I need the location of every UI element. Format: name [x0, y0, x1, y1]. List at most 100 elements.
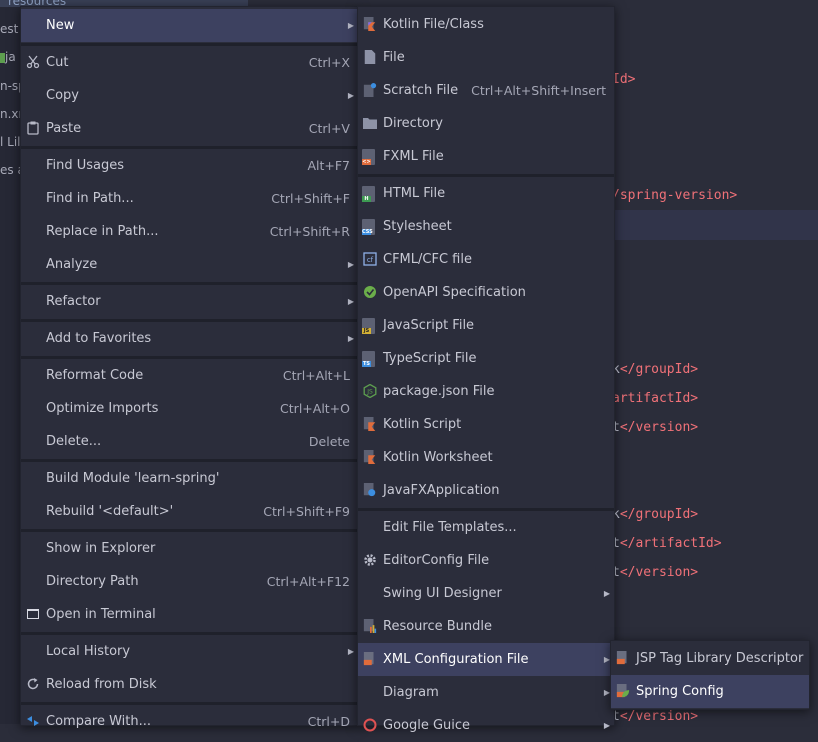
ts-file-icon: TS — [362, 351, 375, 367]
menu-item-delete[interactable]: Delete... Delete — [21, 425, 358, 458]
tree-item[interactable]: est — [0, 22, 18, 36]
menu-item-show-in-explorer[interactable]: Show in Explorer — [21, 532, 358, 565]
xml-configuration-submenu: JSP Tag Library Descriptor Spring Config — [610, 640, 810, 710]
tree-item[interactable]: n-sp — [0, 79, 20, 93]
menu-item-html-file[interactable]: H HTML File — [358, 177, 614, 210]
reload-icon — [27, 678, 39, 690]
menu-item-cut[interactable]: Cut Ctrl+X — [21, 46, 358, 79]
menu-item-xml-configuration-file[interactable]: XML Configuration File ▶ — [358, 643, 614, 676]
nodejs-icon: JS — [363, 384, 377, 398]
code-line: Id> — [612, 72, 636, 87]
menu-item-directory-path[interactable]: Directory Path Ctrl+Alt+F12 — [21, 565, 358, 598]
menu-item-cfml-cfc-file[interactable]: cf CFML/CFC file — [358, 243, 614, 276]
menu-item-reformat-code[interactable]: Reformat Code Ctrl+Alt+L — [21, 359, 358, 392]
menu-item-replace-in-path[interactable]: Replace in Path... Ctrl+Shift+R — [21, 215, 358, 248]
menu-item-new[interactable]: New ▶ — [21, 9, 358, 42]
code-line: t</version> — [612, 420, 699, 435]
menu-item-reload-from-disk[interactable]: Reload from Disk — [21, 668, 358, 701]
submenu-arrow-icon: ▶ — [603, 721, 610, 730]
menu-item-kotlin-script[interactable]: Kotlin Script — [358, 408, 614, 441]
menu-item-file[interactable]: File — [358, 41, 614, 74]
submenu-arrow-icon: ▶ — [347, 334, 354, 343]
menu-item-javafx-application[interactable]: JavaFXApplication — [358, 474, 614, 507]
kotlin-script-icon — [363, 417, 376, 431]
svg-text:cf: cf — [367, 256, 374, 264]
terminal-icon — [27, 609, 39, 619]
code-line: t</version> — [612, 709, 699, 724]
menu-item-edit-file-templates[interactable]: Edit File Templates... — [358, 511, 614, 544]
tree-item[interactable]: n.xm — [0, 107, 20, 121]
code-line: /spring-version> — [612, 188, 738, 203]
scissors-icon — [26, 55, 40, 69]
menu-item-analyze[interactable]: Analyze ▶ — [21, 248, 358, 281]
openapi-icon — [364, 286, 376, 298]
menu-item-javascript-file[interactable]: JS JavaScript File — [358, 309, 614, 342]
menu-item-add-to-favorites[interactable]: Add to Favorites ▶ — [21, 322, 358, 355]
menu-item-local-history[interactable]: Local History ▶ — [21, 635, 358, 668]
tree-item[interactable]: l Lil — [0, 135, 20, 149]
guice-icon — [363, 718, 377, 732]
menu-item-swing-ui-designer[interactable]: Swing UI Designer ▶ — [358, 577, 614, 610]
project-tree: est ja n-sp n.xm l Lil es a — [0, 0, 20, 724]
xml-file-icon — [363, 652, 374, 666]
menu-item-fxml-file[interactable]: <> FXML File — [358, 140, 614, 173]
menu-item-rebuild[interactable]: Rebuild '<default>' Ctrl+Shift+F9 — [21, 495, 358, 528]
menu-item-editorconfig-file[interactable]: EditorConfig File — [358, 544, 614, 577]
clipboard-icon — [27, 121, 39, 135]
spring-leaf-icon — [616, 684, 630, 698]
menu-item-refactor[interactable]: Refactor ▶ — [21, 285, 358, 318]
menu-item-find-usages[interactable]: Find Usages Alt+F7 — [21, 149, 358, 182]
kotlin-file-icon — [363, 17, 376, 31]
resource-bundle-icon — [363, 619, 377, 633]
submenu-arrow-icon: ▶ — [347, 21, 354, 30]
menu-item-package-json-file[interactable]: JS package.json File — [358, 375, 614, 408]
menu-item-diagram[interactable]: Diagram ▶ — [358, 676, 614, 709]
tld-file-icon — [616, 651, 627, 665]
submenu-arrow-icon: ▶ — [347, 91, 354, 100]
js-file-icon: JS — [362, 318, 375, 334]
menu-item-openapi-specification[interactable]: OpenAPI Specification — [358, 276, 614, 309]
menu-item-directory[interactable]: Directory — [358, 107, 614, 140]
code-line: k</groupId> — [612, 507, 699, 522]
css-file-icon: CSS — [362, 219, 375, 235]
code-line: t</version> — [612, 565, 699, 580]
submenu-arrow-icon: ▶ — [347, 297, 354, 306]
menu-item-typescript-file[interactable]: TS TypeScript File — [358, 342, 614, 375]
fxml-file-icon: <> — [362, 149, 375, 165]
folder-icon — [363, 118, 377, 129]
menu-item-compare-with[interactable]: Compare With... Ctrl+D — [21, 705, 358, 738]
submenu-arrow-icon: ▶ — [603, 589, 610, 598]
menu-item-open-in-terminal[interactable]: Open in Terminal — [21, 598, 358, 631]
code-line: k</groupId> — [612, 362, 699, 377]
menu-item-resource-bundle[interactable]: Resource Bundle — [358, 610, 614, 643]
tree-item[interactable]: ja — [0, 50, 16, 64]
cfml-file-icon: cf — [363, 252, 377, 266]
compare-icon — [27, 716, 39, 726]
menu-item-paste[interactable]: Paste Ctrl+V — [21, 112, 358, 145]
menu-item-build-module[interactable]: Build Module 'learn-spring' — [21, 462, 358, 495]
kotlin-worksheet-icon — [363, 450, 376, 464]
menu-item-kotlin-worksheet[interactable]: Kotlin Worksheet — [358, 441, 614, 474]
gear-icon — [364, 554, 376, 566]
file-icon — [364, 50, 376, 64]
context-menu: New ▶ Cut Ctrl+X Copy ▶ Paste Ctrl+V Find Us… — [20, 6, 359, 729]
submenu-arrow-icon: ▶ — [347, 647, 354, 656]
tree-item[interactable]: es a — [0, 163, 20, 177]
code-line: artifactId> — [612, 391, 699, 406]
menu-item-copy[interactable]: Copy ▶ — [21, 79, 358, 112]
submenu-arrow-icon: ▶ — [347, 260, 354, 269]
java-class-icon — [363, 483, 376, 497]
menu-item-scratch-file[interactable]: Scratch File Ctrl+Alt+Shift+Insert — [358, 74, 614, 107]
menu-item-jsp-tag-library-descriptor[interactable]: JSP Tag Library Descriptor — [611, 642, 809, 675]
html-file-icon: H — [362, 186, 375, 202]
current-line-highlight — [612, 210, 818, 240]
scratch-file-icon — [363, 83, 377, 97]
menu-item-stylesheet[interactable]: CSS Stylesheet — [358, 210, 614, 243]
menu-item-spring-config[interactable]: Spring Config — [611, 675, 809, 708]
menu-item-optimize-imports[interactable]: Optimize Imports Ctrl+Alt+O — [21, 392, 358, 425]
new-submenu: Kotlin File/Class File Scratch File Ctrl+… — [357, 6, 615, 733]
menu-item-kotlin-file-class[interactable]: Kotlin File/Class — [358, 8, 614, 41]
svg-text:JS: JS — [366, 389, 373, 396]
menu-item-google-guice[interactable]: Google Guice ▶ — [358, 709, 614, 742]
menu-item-find-in-path[interactable]: Find in Path... Ctrl+Shift+F — [21, 182, 358, 215]
